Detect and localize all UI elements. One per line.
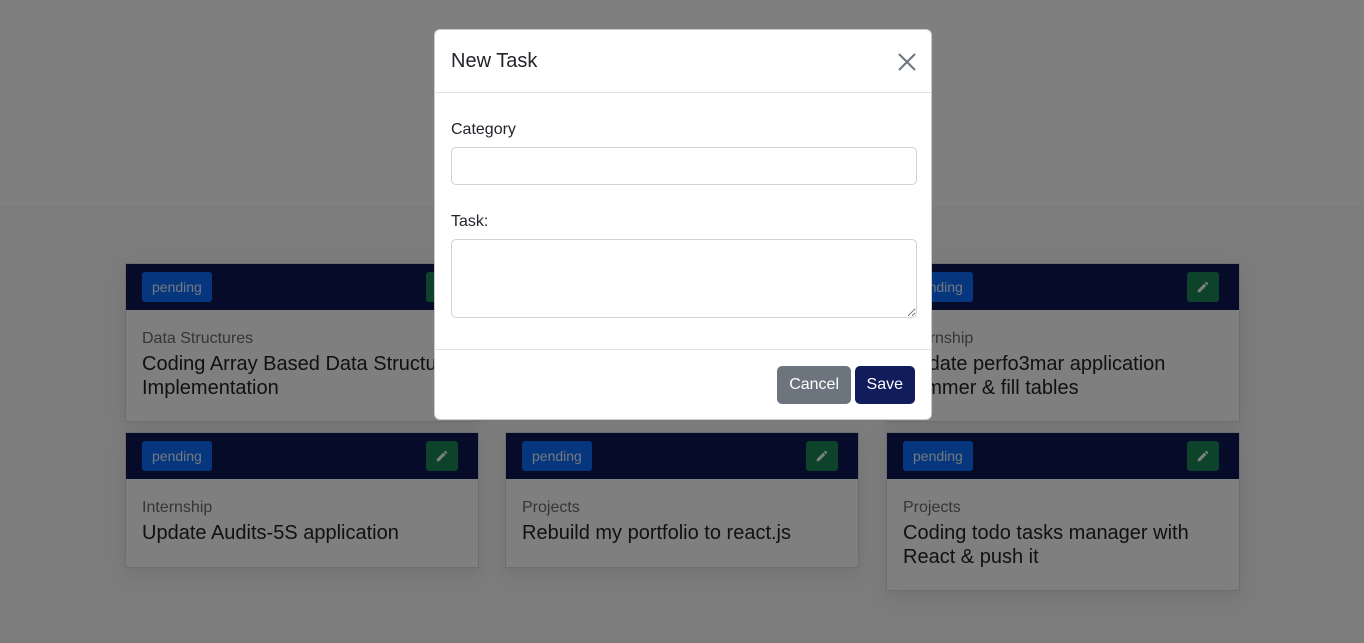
- category-label: Category: [451, 121, 516, 138]
- new-task-modal: New Task Category Task: Cancel Save: [434, 29, 932, 420]
- modal-body: Category Task:: [435, 93, 931, 350]
- task-label: Task:: [451, 213, 489, 230]
- modal-footer: Cancel Save: [435, 350, 931, 421]
- modal-header: New Task: [435, 30, 931, 93]
- save-button[interactable]: Save: [854, 366, 915, 404]
- modal-title: New Task: [451, 50, 538, 72]
- close-icon: [898, 53, 916, 71]
- cancel-button[interactable]: Cancel: [777, 366, 851, 404]
- task-textarea[interactable]: [451, 239, 917, 318]
- category-input[interactable]: [451, 147, 917, 185]
- close-button[interactable]: [895, 50, 919, 74]
